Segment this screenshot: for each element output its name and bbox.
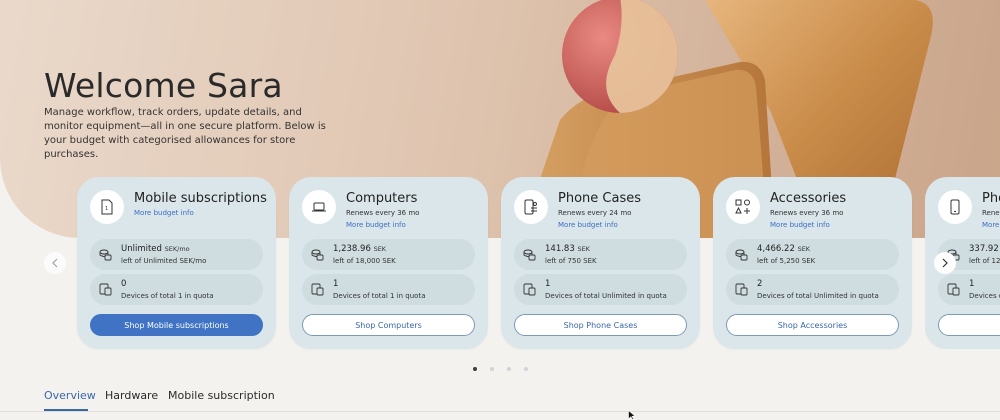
coins-icon — [735, 249, 748, 261]
more-budget-info-link[interactable]: More budget info — [346, 221, 406, 229]
devices-pill: 1 Devices o — [938, 274, 1000, 305]
devices-value: 1 — [545, 279, 551, 289]
shop-computers-button[interactable]: Shop Computers — [302, 314, 475, 336]
more-budget-info-link[interactable]: More budget info — [134, 209, 194, 217]
shop-accessories-button[interactable]: Shop Accessories — [726, 314, 899, 336]
devices-subtext: Devices of total Unlimited in quota — [757, 292, 879, 300]
budget-unit: SEK — [577, 245, 590, 253]
shop-mobile-subscriptions-button[interactable]: Shop Mobile subscriptions — [90, 314, 263, 336]
budget-unit: SEK — [373, 245, 387, 253]
card-title: Accessories — [770, 191, 847, 206]
devices-icon — [311, 283, 324, 296]
budget-pill: 4,466.22 SEK left of 5,250 SEK — [726, 239, 899, 270]
card-title: Pho — [982, 191, 1000, 206]
budget-pill: 1,238.96 SEK left of 18,000 SEK — [302, 239, 475, 270]
renew-period: Renews every 36 mo — [346, 209, 420, 217]
devices-pill: 1 Devices of total Unlimited in quota — [514, 274, 687, 305]
budget-unit: SEK — [797, 245, 811, 253]
budget-subtext: left of 5,250 SEK — [757, 257, 816, 265]
devices-pill: 1 Devices of total 1 in quota — [302, 274, 475, 305]
carousel-prev-button[interactable] — [44, 252, 66, 274]
renew-period: Renews every 24 mo — [558, 209, 632, 217]
card-title: Computers — [346, 191, 418, 206]
devices-value: 2 — [757, 279, 763, 289]
phone-case-icon — [514, 190, 548, 224]
carousel-dot-2[interactable] — [490, 367, 494, 371]
budget-value: Unlimited — [121, 244, 162, 254]
carousel-dot-1[interactable] — [473, 367, 477, 371]
active-tab-indicator — [44, 409, 88, 411]
budget-subtext: left of 750 SEK — [545, 257, 597, 265]
tab-mobile-subscription[interactable]: Mobile subscription — [168, 389, 275, 402]
smartphone-icon — [938, 190, 972, 224]
budget-subtext: left of Unlimited SEK/mo — [121, 257, 207, 265]
devices-value: 1 — [969, 279, 975, 289]
budget-card-accessories: Accessories Renews every 36 mo More budg… — [713, 177, 912, 349]
renew-period: Renews — [982, 209, 1000, 217]
page-title: Welcome Sara — [44, 66, 283, 105]
devices-icon — [735, 283, 748, 296]
devices-icon — [523, 283, 536, 296]
chevron-left-icon — [52, 258, 58, 268]
devices-pill: 0 Devices of total 1 in quota — [90, 274, 263, 305]
sim-card-icon: 1 — [90, 190, 124, 224]
budget-card-mobile-subscriptions: 1 Mobile subscriptions More budget info … — [77, 177, 276, 349]
devices-icon — [99, 283, 112, 296]
laptop-icon — [302, 190, 336, 224]
mouse-cursor-icon — [628, 410, 636, 420]
budget-value: 1,238.96 — [333, 244, 371, 254]
more-budget-info-link[interactable]: More budget info — [558, 221, 618, 229]
budget-subtext: left of 12,0 — [969, 257, 1000, 265]
budget-pill: Unlimited SEK/mo left of Unlimited SEK/m… — [90, 239, 263, 270]
devices-icon — [947, 283, 960, 296]
budget-subtext: left of 18,000 SEK — [333, 257, 396, 265]
budget-value: 337.92 — [969, 244, 999, 254]
budget-card-computers: Computers Renews every 36 mo More budget… — [289, 177, 488, 349]
budget-unit: SEK/mo — [164, 245, 190, 253]
carousel-dot-3[interactable] — [507, 367, 511, 371]
budget-card-phone-cases: Phone Cases Renews every 24 mo More budg… — [501, 177, 700, 349]
hero-description: Manage workflow, track orders, update de… — [44, 107, 326, 160]
coins-icon — [311, 249, 324, 261]
devices-subtext: Devices of total 1 in quota — [121, 292, 214, 300]
coins-icon — [99, 249, 112, 261]
budget-value: 141.83 — [545, 244, 575, 254]
more-budget-info-link[interactable]: More b — [982, 221, 1000, 229]
chevron-right-icon — [942, 258, 948, 268]
tab-overview[interactable]: Overview — [44, 389, 96, 402]
devices-subtext: Devices of total 1 in quota — [333, 292, 426, 300]
svg-text:1: 1 — [105, 206, 108, 212]
coins-icon — [523, 249, 536, 261]
devices-subtext: Devices of total Unlimited in quota — [545, 292, 667, 300]
budget-pill: 141.83 SEK left of 750 SEK — [514, 239, 687, 270]
carousel-dot-4[interactable] — [524, 367, 528, 371]
devices-value: 0 — [121, 279, 127, 289]
shapes-icon — [726, 190, 760, 224]
renew-period: Renews every 36 mo — [770, 209, 844, 217]
devices-value: 1 — [333, 279, 339, 289]
tab-hardware[interactable]: Hardware — [105, 389, 158, 402]
more-budget-info-link[interactable]: More budget info — [770, 221, 830, 229]
devices-subtext: Devices o — [969, 292, 1000, 300]
tabs-divider — [0, 411, 1000, 412]
carousel-next-button[interactable] — [934, 252, 956, 274]
card-title: Mobile subscriptions — [134, 191, 267, 206]
shop-phones-button[interactable] — [938, 314, 1000, 336]
card-title: Phone Cases — [558, 191, 641, 206]
shop-phone-cases-button[interactable]: Shop Phone Cases — [514, 314, 687, 336]
devices-pill: 2 Devices of total Unlimited in quota — [726, 274, 899, 305]
budget-value: 4,466.22 — [757, 244, 795, 254]
